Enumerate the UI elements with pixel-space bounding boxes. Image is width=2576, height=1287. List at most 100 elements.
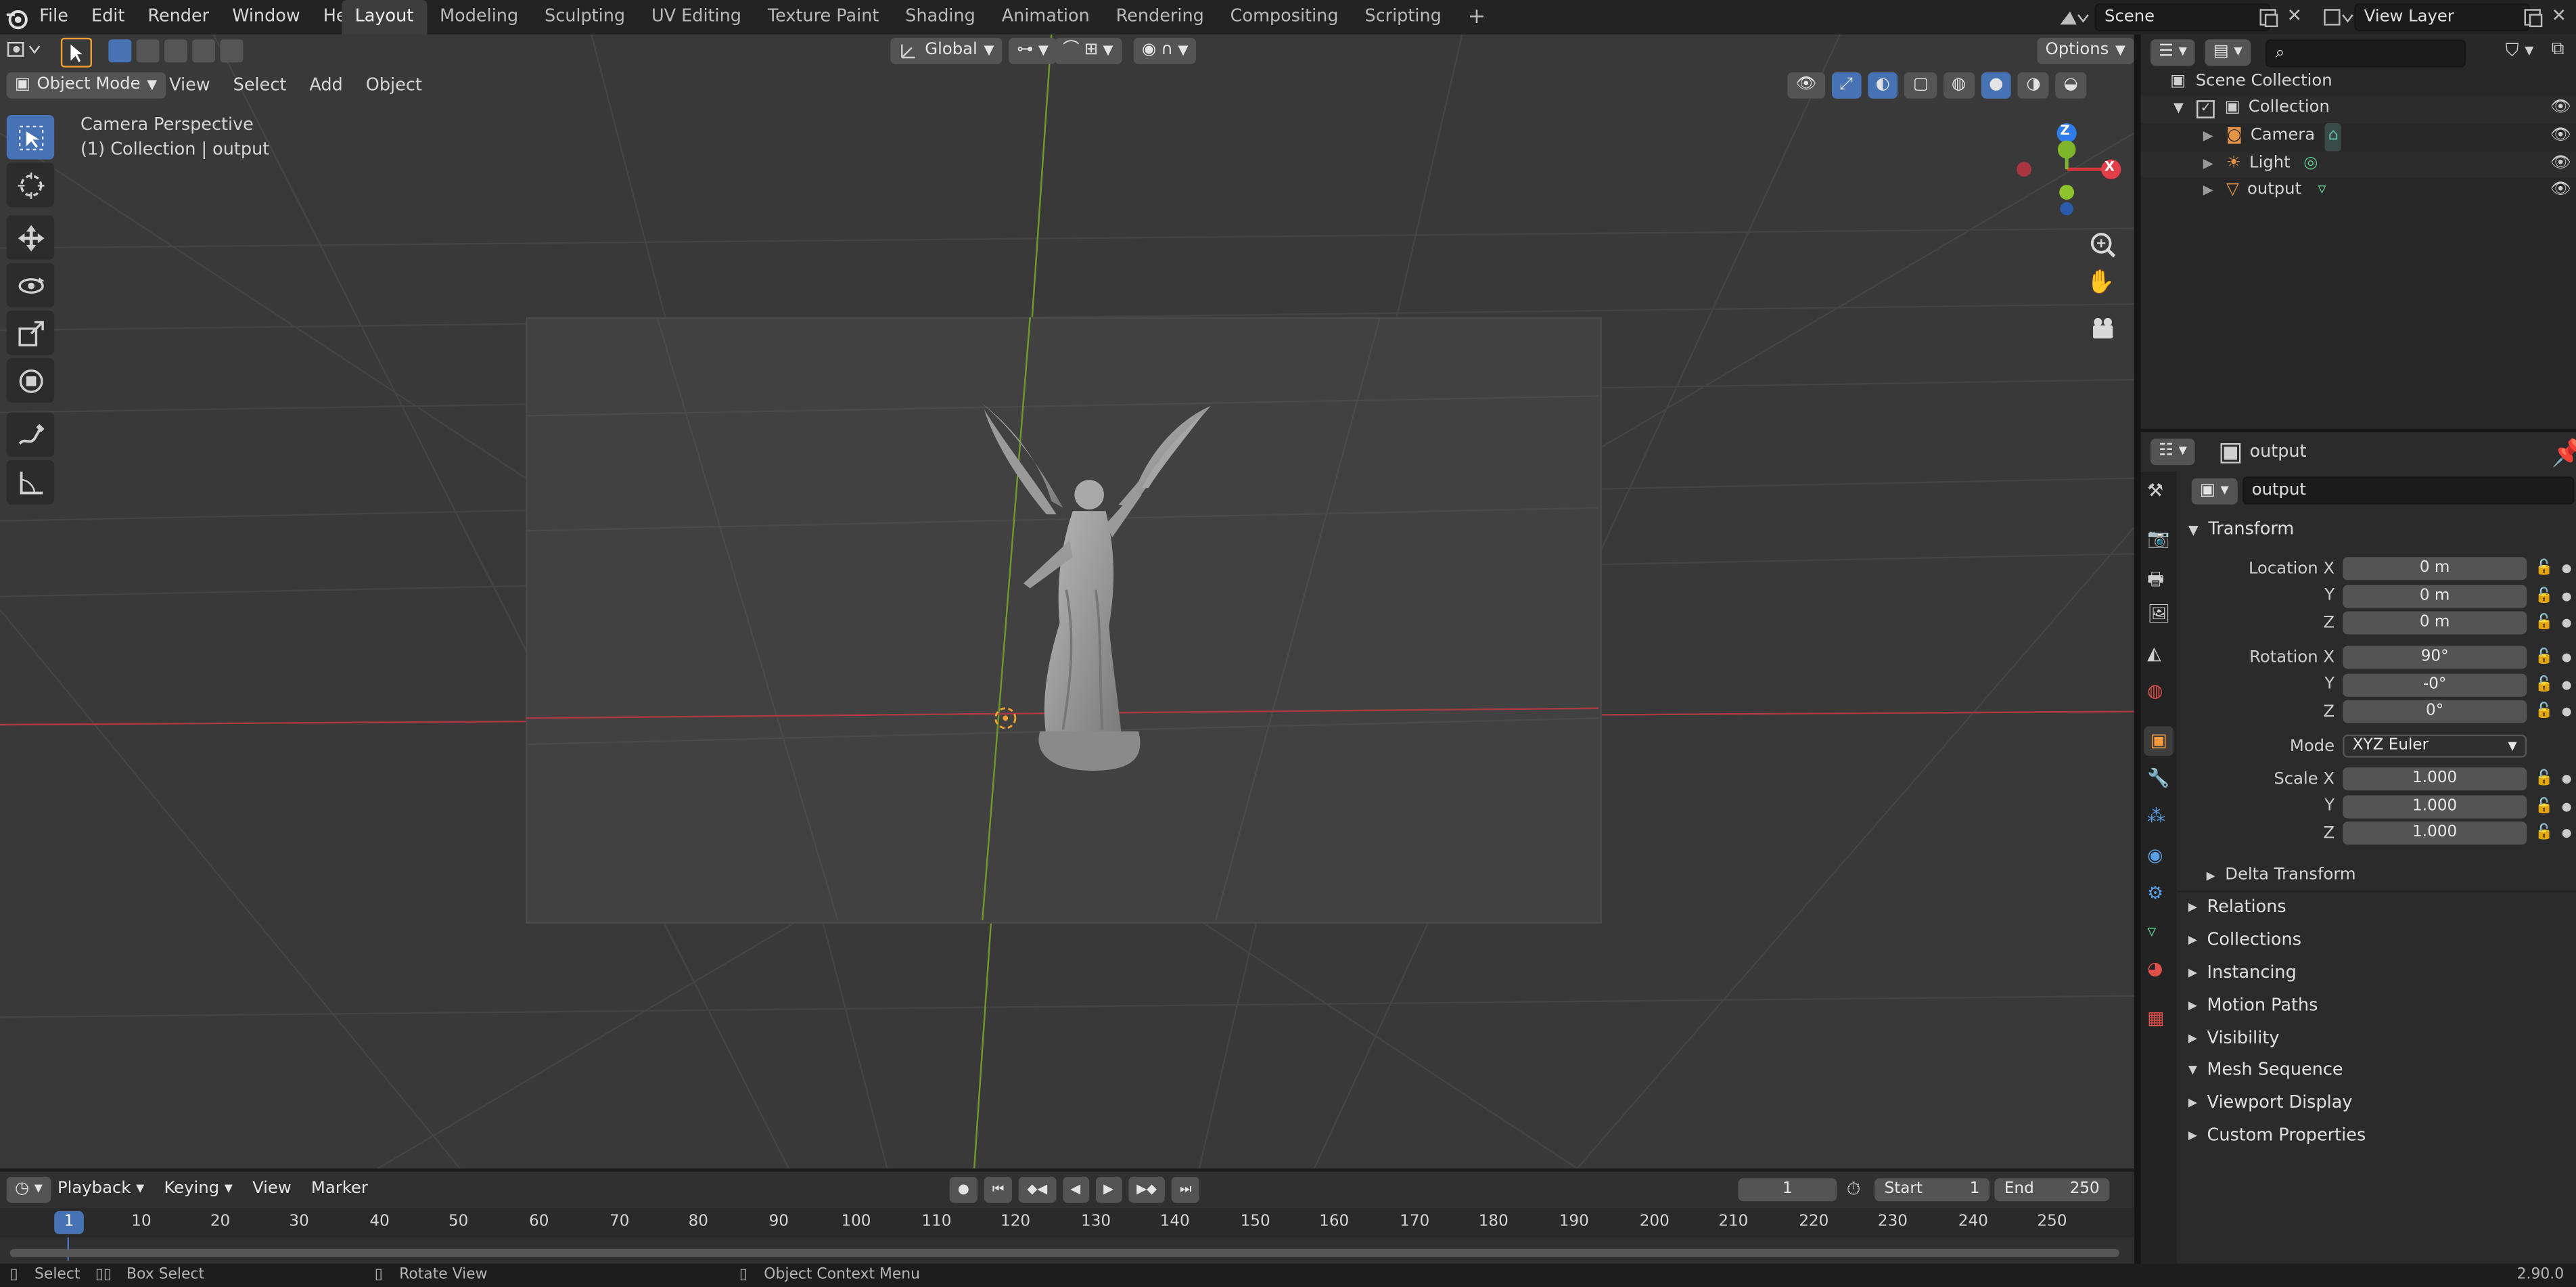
select-mode-extend-icon[interactable]: [136, 39, 160, 63]
outliner-collection-row[interactable]: ▼ ✓ ▣ Collection 👁: [2140, 95, 2576, 122]
tab-layout[interactable]: Layout: [342, 0, 427, 35]
keyframe-dot-icon[interactable]: ●: [2562, 800, 2572, 813]
record-icon[interactable]: ●: [949, 1176, 978, 1203]
rotation-mode-dropdown[interactable]: XYZ Euler ▼: [2343, 734, 2527, 758]
jump-end-icon[interactable]: ⏭: [1171, 1176, 1200, 1203]
object-data-tab-icon[interactable]: ▿: [2147, 920, 2156, 942]
object-data-browse-icon[interactable]: ▣ ▾: [2191, 477, 2237, 504]
gizmo-neg-y-axis[interactable]: [2059, 185, 2075, 200]
pin-icon[interactable]: 📌: [2552, 437, 2576, 468]
add-workspace-button[interactable]: +: [1454, 0, 1498, 35]
menu-render[interactable]: Render: [136, 0, 221, 35]
tab-animation[interactable]: Animation: [988, 0, 1103, 35]
keyframe-dot-icon[interactable]: ●: [2562, 678, 2572, 691]
scene-selector-icon[interactable]: [2057, 5, 2090, 36]
zoom-icon[interactable]: [2086, 229, 2119, 268]
timeline-menu-keying[interactable]: Keying ▾: [156, 1177, 241, 1203]
3d-viewport[interactable]: Camera Perspective (1) Collection | outp…: [0, 35, 2134, 1169]
tab-modeling[interactable]: Modeling: [427, 0, 532, 35]
physics-tab-icon[interactable]: ◉: [2147, 844, 2163, 866]
pan-hand-icon[interactable]: ✋: [2086, 269, 2115, 296]
blender-logo-icon[interactable]: [5, 5, 28, 36]
timeline-scrollbar[interactable]: [9, 1248, 2119, 1257]
panel-mesh-sequence[interactable]: ▼ Mesh Sequence: [2188, 1060, 2343, 1079]
shading-material-icon[interactable]: ◑: [2018, 72, 2049, 99]
transform-panel-header[interactable]: ▼ Transform: [2188, 519, 2294, 539]
filter-icon[interactable]: ⛉ ▾: [2506, 39, 2534, 62]
view-layer-field[interactable]: View Layer: [2354, 3, 2531, 32]
prev-keyframe-icon[interactable]: ◆◀: [1019, 1176, 1056, 1203]
panel-collections[interactable]: ▶ Collections: [2188, 930, 2301, 950]
eye-icon[interactable]: 👁: [2550, 123, 2571, 150]
lock-icon[interactable]: 🔓: [2535, 560, 2553, 577]
rotation-x-field[interactable]: 90°: [2343, 646, 2527, 669]
lock-icon[interactable]: 🔓: [2535, 825, 2553, 841]
tool-scale[interactable]: [6, 311, 55, 355]
keyframe-dot-icon[interactable]: ●: [2562, 562, 2572, 575]
timeline-ruler[interactable]: 1 10 20 30 40 50 60 70 80 90 100 110 120…: [0, 1208, 2134, 1238]
close-scene-icon[interactable]: ✕: [2287, 5, 2302, 26]
timeline-menu-marker[interactable]: Marker: [303, 1177, 376, 1203]
tool-select-box[interactable]: [6, 115, 55, 160]
options-dropdown[interactable]: Options ▼: [2037, 37, 2134, 64]
outliner-item-output[interactable]: ▶ ▽ output ▿ 👁: [2140, 177, 2576, 204]
panel-custom-properties[interactable]: ▶ Custom Properties: [2188, 1126, 2366, 1146]
timeline-menu-view[interactable]: View: [244, 1177, 300, 1203]
tool-move[interactable]: [6, 215, 55, 260]
outliner-scene-collection[interactable]: ▣ Scene Collection: [2170, 69, 2332, 96]
expand-chevron-icon[interactable]: ▶: [2203, 150, 2213, 177]
mode-dropdown[interactable]: ▣ Object Mode ▼: [6, 72, 166, 99]
tool-cursor[interactable]: [6, 162, 55, 208]
play-reverse-icon[interactable]: ◀: [1062, 1176, 1089, 1203]
eye-icon[interactable]: 👁: [2550, 150, 2571, 177]
viewport-menu-select[interactable]: Select: [222, 72, 298, 99]
viewport-menu-view[interactable]: View: [158, 72, 222, 99]
expand-chevron-icon[interactable]: ▶: [2203, 177, 2213, 204]
output-tab-icon[interactable]: 🖶: [2147, 565, 2164, 596]
tab-rendering[interactable]: Rendering: [1103, 0, 1217, 35]
tab-texture-paint[interactable]: Texture Paint: [754, 0, 892, 35]
scene-tab-icon[interactable]: ◭: [2147, 643, 2161, 664]
lock-icon[interactable]: 🔓: [2535, 587, 2553, 604]
select-mode-intersect-icon[interactable]: [220, 39, 244, 63]
next-keyframe-icon[interactable]: ▶◆: [1128, 1176, 1166, 1203]
keyframe-dot-icon[interactable]: ●: [2562, 651, 2572, 664]
object-visibility-icon[interactable]: 👁: [1787, 72, 1825, 99]
select-mode-subtract-icon[interactable]: [164, 39, 187, 63]
outliner-display-mode-icon[interactable]: ▤ ▾: [2205, 39, 2251, 66]
proportional-edit-dropdown[interactable]: ◉ ∩ ▼: [1133, 37, 1197, 64]
show-overlays-icon[interactable]: ◐: [1867, 72, 1899, 99]
playhead-frame[interactable]: 1: [54, 1211, 84, 1234]
end-frame-field[interactable]: End 250: [1994, 1178, 2110, 1202]
tool-annotate[interactable]: [6, 412, 55, 457]
current-frame-field[interactable]: 1: [1738, 1178, 1837, 1202]
scale-x-field[interactable]: 1.000: [2343, 767, 2527, 791]
new-scene-icon[interactable]: [2257, 5, 2280, 36]
menu-window[interactable]: Window: [221, 0, 312, 35]
tool-settings-tab-icon[interactable]: ⚒: [2147, 480, 2163, 501]
material-tab-icon[interactable]: ◕: [2147, 958, 2163, 980]
location-x-field[interactable]: 0 m: [2343, 557, 2527, 581]
stopwatch-icon[interactable]: ⏱: [1847, 1178, 1861, 1201]
select-mode-invert-icon[interactable]: [192, 39, 216, 63]
shading-solid-icon[interactable]: ●: [1980, 72, 2012, 99]
tool-measure[interactable]: [6, 460, 55, 505]
light-data-icon[interactable]: ◎: [2303, 150, 2318, 177]
panel-instancing[interactable]: ▶ Instancing: [2188, 963, 2297, 983]
jump-start-icon[interactable]: ⏮: [984, 1176, 1013, 1203]
mesh-data-icon[interactable]: ▿: [2318, 177, 2326, 204]
timeline-editor-type[interactable]: ◷ ▾: [6, 1176, 51, 1203]
tab-sculpting[interactable]: Sculpting: [532, 0, 639, 35]
tool-transform[interactable]: [6, 358, 55, 403]
shading-wireframe-icon[interactable]: ◍: [1943, 72, 1975, 99]
tab-shading[interactable]: Shading: [892, 0, 988, 35]
select-mode-new-icon[interactable]: [108, 39, 132, 63]
delta-transform-header[interactable]: ▶ Delta Transform: [2207, 866, 2356, 884]
clock-icon[interactable]: ◷ ▾: [6, 1176, 51, 1203]
viewport-menu-object[interactable]: Object: [354, 72, 434, 99]
collection-checkbox[interactable]: ✓: [2196, 99, 2215, 118]
tab-scripting[interactable]: Scripting: [1352, 0, 1454, 35]
camera-data-icon[interactable]: ⌂: [2324, 123, 2342, 151]
snap-dropdown[interactable]: ⌒ ⊞ ▼: [1055, 37, 1122, 64]
location-z-field[interactable]: 0 m: [2343, 611, 2527, 635]
